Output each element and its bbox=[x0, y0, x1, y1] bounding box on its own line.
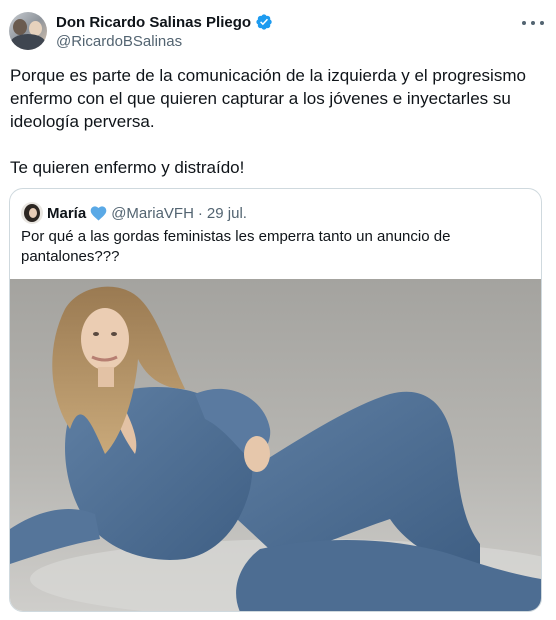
quoted-avatar bbox=[21, 202, 43, 224]
photo-woman-in-denim bbox=[10, 279, 541, 611]
author-display-name[interactable]: Don Ricardo Salinas Pliego bbox=[56, 14, 251, 31]
quoted-photo[interactable] bbox=[10, 279, 541, 611]
quoted-display-name: María bbox=[47, 204, 87, 222]
verified-badge-icon bbox=[256, 14, 272, 30]
separator-dot: · bbox=[197, 204, 203, 222]
author-handle[interactable]: @RicardoBSalinas bbox=[56, 33, 182, 50]
more-options-icon[interactable] bbox=[522, 14, 544, 32]
avatar[interactable] bbox=[9, 12, 47, 50]
quoted-handle: @MariaVFH bbox=[111, 204, 194, 222]
quoted-tweet[interactable]: María @MariaVFH · 29 jul. Por qué a las … bbox=[9, 188, 542, 612]
quoted-tweet-text: Por qué a las gordas feministas les empe… bbox=[21, 228, 451, 265]
quoted-date: 29 jul. bbox=[206, 204, 247, 222]
tweet-paragraph-2: Te quieren enfermo y distraído! bbox=[10, 158, 245, 177]
tweet-paragraph-1: Porque es parte de la comunicación de la… bbox=[10, 66, 526, 131]
tweet-text: Porque es parte de la comunicación de la… bbox=[10, 64, 544, 179]
blue-heart-icon bbox=[90, 206, 107, 221]
author-name-row: Don Ricardo Salinas Pliego bbox=[56, 13, 273, 31]
quoted-tweet-header: María @MariaVFH · 29 jul. bbox=[21, 202, 247, 224]
tweet: Don Ricardo Salinas Pliego @RicardoBSali… bbox=[0, 0, 556, 620]
